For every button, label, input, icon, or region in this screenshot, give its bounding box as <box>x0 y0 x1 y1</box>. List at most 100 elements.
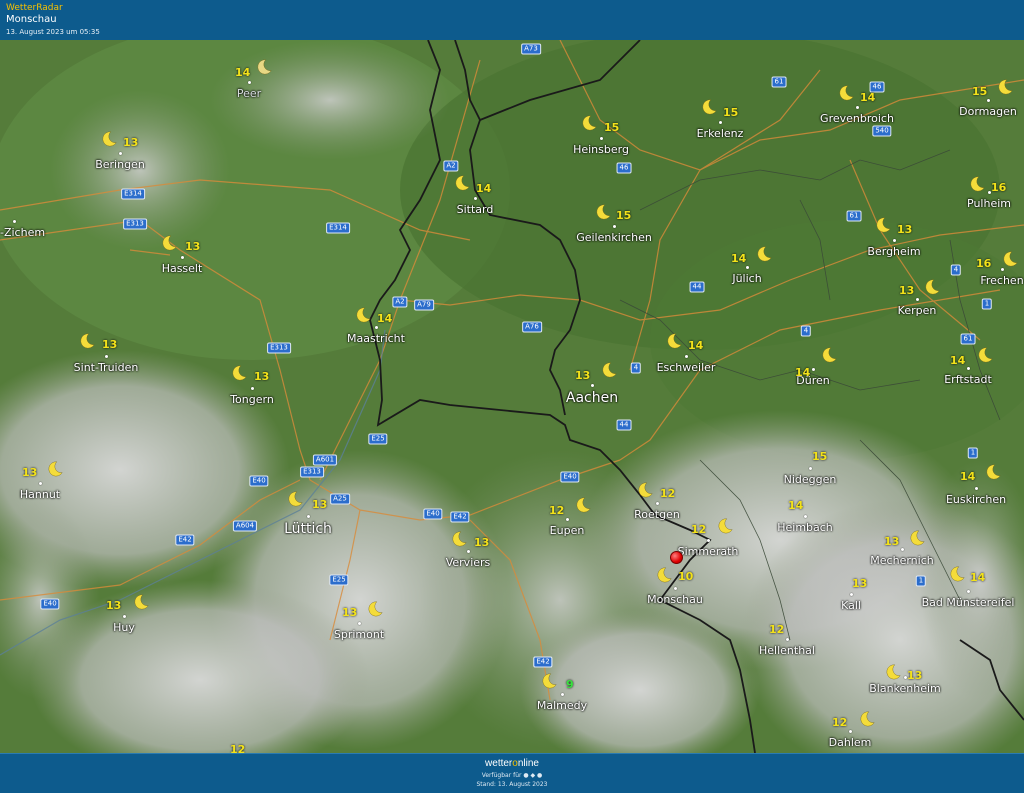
city-dot <box>746 266 749 269</box>
city-dot <box>39 482 42 485</box>
city-label[interactable]: Erkelenz <box>697 127 744 140</box>
city-label[interactable]: Eschweiler <box>657 361 716 374</box>
temperature-value: 14 <box>970 571 986 584</box>
timestamp: 13. August 2023 um 05:35 <box>6 28 100 36</box>
road-shield: E40 <box>560 471 580 483</box>
location-pin-icon[interactable] <box>670 551 683 564</box>
city-label[interactable]: Eupen <box>550 524 585 537</box>
road-shield: 46 <box>616 162 632 174</box>
road-shield: 61 <box>846 210 862 222</box>
temperature-value: 13 <box>102 338 118 351</box>
road-shield: E40 <box>40 598 60 610</box>
crescent-moon-icon <box>80 333 95 349</box>
crescent-moon-icon <box>718 518 733 534</box>
crescent-moon-icon <box>368 601 383 617</box>
crescent-moon-icon <box>657 567 672 583</box>
city-label[interactable]: Verviers <box>446 556 491 569</box>
temperature-value: 13 <box>899 284 915 297</box>
road-shield: 4 <box>630 362 642 374</box>
city-dot <box>685 355 688 358</box>
city-label[interactable]: Sittard <box>457 203 494 216</box>
city-label[interactable]: Maastricht <box>347 332 405 345</box>
crescent-moon-icon <box>257 59 272 75</box>
city-label[interactable]: Hannut <box>20 488 60 501</box>
road-shield: E313 <box>123 218 147 230</box>
city-label[interactable]: Kall <box>841 599 861 612</box>
city-label[interactable]: Simmerath <box>678 545 739 558</box>
crescent-moon-icon <box>596 204 611 220</box>
city-label[interactable]: Euskirchen <box>946 493 1006 506</box>
city-dot <box>975 487 978 490</box>
crescent-moon-icon <box>452 531 467 547</box>
crescent-moon-icon <box>162 235 177 251</box>
crescent-moon-icon <box>638 482 653 498</box>
city-label[interactable]: Frechen <box>980 274 1023 287</box>
city-label[interactable]: Kerpen <box>898 304 937 317</box>
temperature-value: 13 <box>106 599 122 612</box>
city-label[interactable]: Sint-Truiden <box>74 361 139 374</box>
weather-map[interactable]: A73 61 46 540 A2 46 E314 E313 E314 61 A2 A79 A76 44 4 1… <box>0 40 1024 753</box>
temperature-value: 13 <box>897 223 913 236</box>
city-dot <box>849 730 852 733</box>
temperature-value: 12 <box>769 623 785 636</box>
temperature-value: 14 <box>788 499 804 512</box>
road-shield: 1 <box>915 575 927 587</box>
city-label[interactable]: Huy <box>113 621 135 634</box>
city-label[interactable]: Monschau <box>647 593 703 606</box>
crescent-moon-icon <box>886 664 901 680</box>
temperature-value: 13 <box>22 466 38 479</box>
city-label[interactable]: Erftstadt <box>944 373 992 386</box>
city-label[interactable]: Bad Münstereifel <box>922 596 1015 609</box>
temperature-value: 14 <box>860 91 876 104</box>
crescent-moon-icon <box>582 115 597 131</box>
city-label[interactable]: Nideggen <box>784 473 837 486</box>
city-dot <box>119 152 122 155</box>
city-dot <box>804 515 807 518</box>
city-label[interactable]: Sprimont <box>334 628 384 641</box>
city-label[interactable]: Tongern <box>230 393 274 406</box>
road-shield: E314 <box>326 222 350 234</box>
city-label[interactable]: Beringen <box>95 158 145 171</box>
crescent-moon-icon <box>910 530 925 546</box>
city-dot <box>856 106 859 109</box>
city-label[interactable]: Dahlem <box>829 736 872 749</box>
city-label[interactable]: Blankenheim <box>869 682 941 695</box>
city-label[interactable]: Peer <box>237 87 261 100</box>
city-label[interactable]: Grevenbroich <box>820 112 894 125</box>
road-shield: E42 <box>450 511 470 523</box>
city-dot <box>13 220 16 223</box>
crescent-moon-icon <box>288 491 303 507</box>
city-dot <box>719 121 722 124</box>
city-label[interactable]: Geilenkirchen <box>576 231 652 244</box>
city-label[interactable]: -Zichem <box>0 226 45 239</box>
city-label[interactable]: Roetgen <box>634 508 680 521</box>
temperature-value: 14 <box>235 66 251 79</box>
road-shield: A2 <box>443 160 459 172</box>
city-label[interactable]: Heimbach <box>777 521 833 534</box>
wetteronline-logo[interactable]: wetteronline <box>0 758 1024 769</box>
crescent-moon-icon <box>356 307 371 323</box>
city-label[interactable]: Jülich <box>732 272 761 285</box>
crescent-moon-icon <box>970 176 985 192</box>
city-label[interactable]: Hellenthal <box>759 644 815 657</box>
city-label[interactable]: Malmedy <box>537 699 587 712</box>
city-dot <box>786 638 789 641</box>
city-dot <box>674 587 677 590</box>
city-dot <box>600 137 603 140</box>
city-label[interactable]: Aachen <box>566 390 618 406</box>
road-shield: 61 <box>771 76 787 88</box>
city-label[interactable]: Bergheim <box>867 245 920 258</box>
city-label[interactable]: Pulheim <box>967 197 1011 210</box>
city-label[interactable]: Hasselt <box>162 262 203 275</box>
crescent-moon-icon <box>576 497 591 513</box>
temperature-value: 14 <box>377 312 393 325</box>
city-dot <box>656 502 659 505</box>
city-label[interactable]: Lüttich <box>284 521 332 537</box>
city-label[interactable]: Mechernich <box>870 554 933 567</box>
city-dot <box>916 298 919 301</box>
city-label[interactable]: Heinsberg <box>573 143 629 156</box>
crescent-moon-icon <box>925 279 940 295</box>
city-dot <box>375 326 378 329</box>
temperature-value: 14 <box>960 470 976 483</box>
city-label[interactable]: Dormagen <box>959 105 1017 118</box>
